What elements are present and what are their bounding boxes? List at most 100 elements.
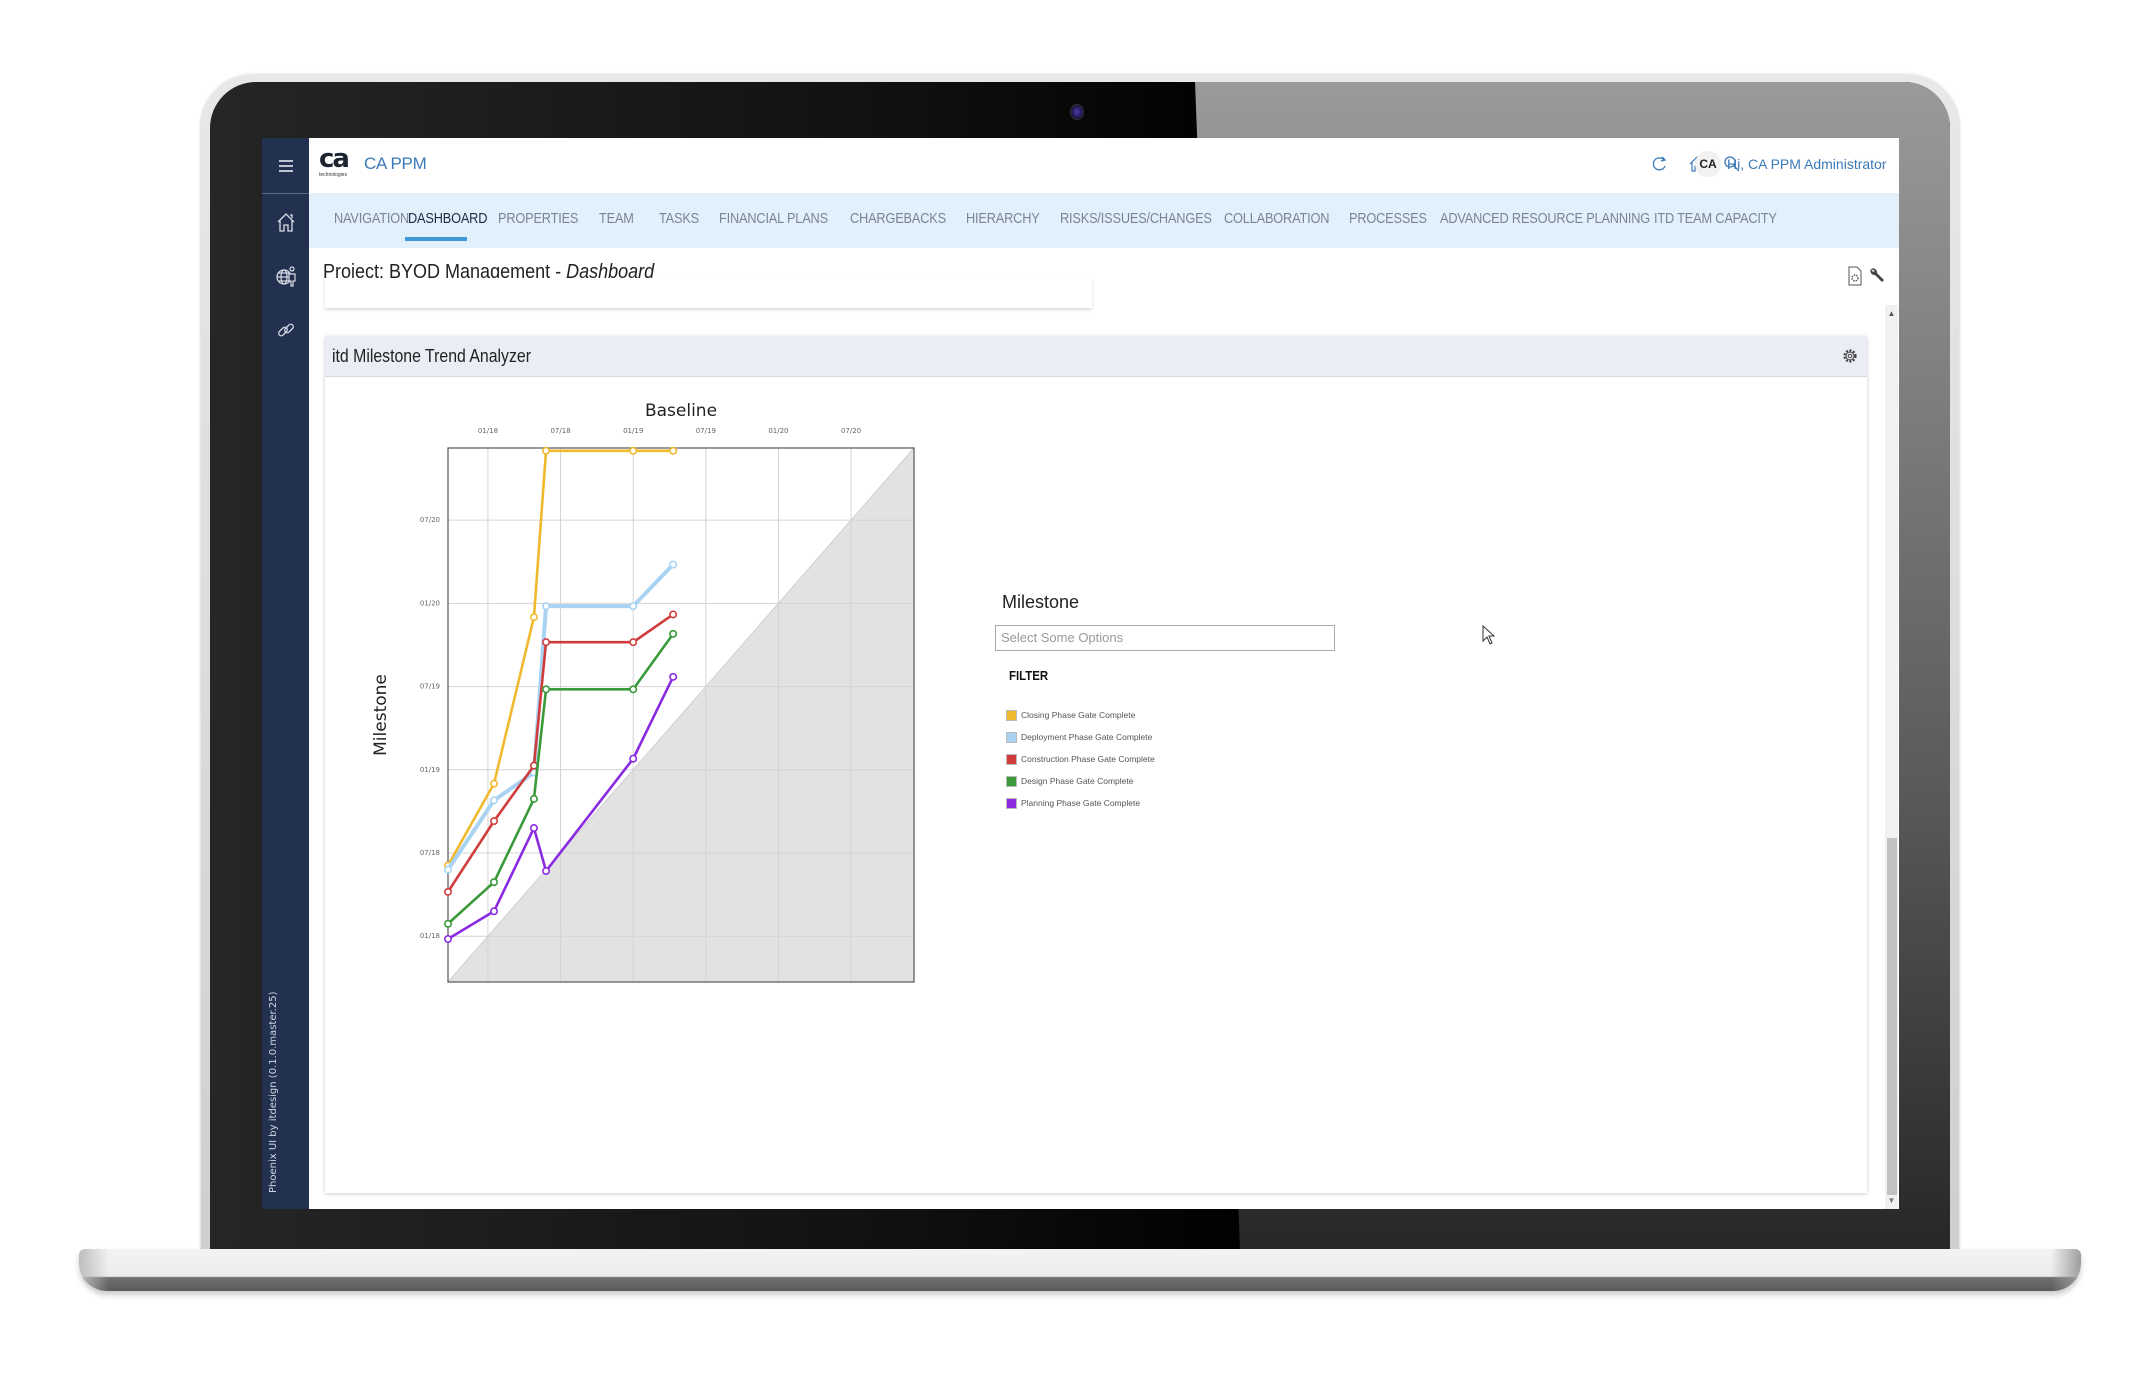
data-point bbox=[629, 754, 638, 763]
y-axis-label: Milestone bbox=[371, 674, 391, 756]
legend-item[interactable]: Design Phase Gate Complete bbox=[1006, 774, 1133, 788]
save-image-button[interactable]: SAVE IMAGE bbox=[900, 1208, 966, 1209]
sidebar-item-home[interactable] bbox=[262, 196, 309, 248]
tab-team[interactable]: TEAM bbox=[599, 211, 634, 227]
y-tick-label: 07/19 bbox=[420, 683, 440, 691]
logo-subtext: technologies bbox=[319, 172, 348, 178]
tab-itd-team-capacity[interactable]: ITD TEAM CAPACITY bbox=[1654, 211, 1777, 227]
legend-swatch bbox=[1006, 731, 1017, 743]
version-text: Phoenix UI by itdesign (0.1.0.master.25) bbox=[268, 991, 279, 1193]
data-point bbox=[542, 446, 551, 455]
portlet-title: itd Milestone Trend Analyzer bbox=[332, 346, 531, 366]
tab-dashboard[interactable]: DASHBOARD bbox=[408, 211, 487, 227]
data-point bbox=[669, 629, 678, 638]
home-icon bbox=[277, 213, 294, 232]
menu-button[interactable] bbox=[262, 140, 309, 192]
data-point bbox=[542, 685, 551, 694]
tab-risks-issues-changes[interactable]: RISKS/ISSUES/CHANGES bbox=[1060, 211, 1212, 227]
data-point bbox=[529, 824, 538, 833]
portlet-header: itd Milestone Trend Analyzer bbox=[325, 336, 1867, 377]
milestone-select[interactable]: Select Some Options bbox=[995, 625, 1335, 651]
tab-processes[interactable]: PROCESSES bbox=[1349, 211, 1427, 227]
refresh-icon[interactable] bbox=[1649, 154, 1669, 174]
sidebar-item-links[interactable] bbox=[262, 304, 309, 356]
gear-icon[interactable] bbox=[1842, 348, 1858, 364]
chart-title: Baseline bbox=[645, 401, 717, 421]
legend-swatch bbox=[1006, 753, 1017, 765]
filter-button[interactable]: FILTER bbox=[1009, 668, 1048, 683]
x-tick-label: 07/18 bbox=[550, 427, 570, 435]
data-point bbox=[444, 919, 453, 928]
x-tick-label: 07/20 bbox=[841, 427, 861, 435]
tab-tasks[interactable]: TASKS bbox=[659, 211, 699, 227]
avatar[interactable]: CA bbox=[1695, 151, 1721, 177]
legend-label: Design Phase Gate Complete bbox=[1021, 776, 1134, 786]
previous-portlet bbox=[325, 278, 1092, 308]
sidebar-divider bbox=[262, 193, 309, 194]
data-point bbox=[669, 446, 678, 455]
scrollbar-thumb[interactable] bbox=[1887, 838, 1897, 1195]
y-tick-label: 07/18 bbox=[420, 849, 440, 857]
legend-swatch bbox=[1006, 797, 1017, 809]
x-tick-label: 01/20 bbox=[768, 427, 788, 435]
user-menu[interactable]: Hi, CA PPM Administrator bbox=[1727, 156, 1887, 172]
page-settings-icon[interactable] bbox=[1847, 266, 1863, 286]
top-bar: ca technologies CA PPM CA Hi, CA PPM Adm… bbox=[309, 138, 1899, 193]
link-icon bbox=[277, 323, 294, 337]
sidebar-item-portfolio[interactable] bbox=[262, 250, 309, 302]
data-point bbox=[489, 907, 498, 916]
data-point bbox=[489, 817, 498, 826]
y-tick-label: 01/20 bbox=[420, 599, 440, 607]
legend-item[interactable]: Deployment Phase Gate Complete bbox=[1006, 730, 1152, 744]
x-tick-label: 07/19 bbox=[696, 427, 716, 435]
app-screen: Phoenix UI by itdesign (0.1.0.master.25)… bbox=[262, 138, 1899, 1209]
legend-item[interactable]: Planning Phase Gate Complete bbox=[1006, 796, 1140, 810]
legend-item[interactable]: Closing Phase Gate Complete bbox=[1006, 708, 1135, 722]
data-point bbox=[669, 560, 678, 569]
data-point bbox=[542, 867, 551, 876]
data-point bbox=[542, 602, 551, 611]
tab-chargebacks[interactable]: CHARGEBACKS bbox=[850, 211, 946, 227]
app-title[interactable]: CA PPM bbox=[364, 154, 427, 174]
camera-icon bbox=[1070, 104, 1084, 120]
scroll-down-arrow-icon[interactable]: ▼ bbox=[1885, 1196, 1898, 1206]
data-point bbox=[629, 446, 638, 455]
mouse-cursor-icon bbox=[1482, 625, 1496, 645]
milestone-panel-title: Milestone bbox=[1002, 592, 1080, 612]
tab-navigation[interactable]: NAVIGATION bbox=[334, 211, 409, 227]
legend-label: Construction Phase Gate Complete bbox=[1021, 754, 1155, 764]
globe-person-icon bbox=[275, 266, 296, 287]
tab-financial-plans[interactable]: FINANCIAL PLANS bbox=[719, 211, 828, 227]
active-tab-indicator bbox=[405, 237, 467, 241]
tab-collaboration[interactable]: COLLABORATION bbox=[1224, 211, 1329, 227]
laptop-base bbox=[79, 1249, 2081, 1291]
y-tick-label: 01/18 bbox=[420, 932, 440, 940]
x-tick-label: 01/19 bbox=[623, 427, 643, 435]
wrench-icon[interactable] bbox=[1868, 266, 1886, 284]
scroll-up-arrow-icon[interactable]: ▲ bbox=[1885, 309, 1898, 319]
legend-swatch bbox=[1006, 709, 1017, 721]
data-point bbox=[489, 878, 498, 887]
legend-label: Closing Phase Gate Complete bbox=[1021, 710, 1136, 720]
laptop-base-edge bbox=[2051, 1249, 2081, 1291]
legend-item[interactable]: Construction Phase Gate Complete bbox=[1006, 752, 1155, 766]
data-point bbox=[629, 685, 638, 694]
data-point bbox=[444, 887, 453, 896]
legend-label: Planning Phase Gate Complete bbox=[1021, 798, 1141, 808]
legend-label: Deployment Phase Gate Complete bbox=[1021, 732, 1153, 742]
menu-icon bbox=[278, 160, 293, 172]
laptop-base-edge bbox=[79, 1249, 109, 1291]
legend-swatch bbox=[1006, 775, 1017, 787]
tab-advanced-resource-planning[interactable]: ADVANCED RESOURCE PLANNING bbox=[1440, 211, 1650, 227]
chevron-down-icon[interactable]: ⌄ bbox=[1879, 157, 1887, 168]
y-tick-label: 07/20 bbox=[420, 516, 440, 524]
tab-hierarchy[interactable]: HIERARCHY bbox=[966, 211, 1040, 227]
x-tick-label: 01/18 bbox=[478, 427, 498, 435]
tab-properties[interactable]: PROPERTIES bbox=[498, 211, 578, 227]
ca-logo[interactable]: ca technologies bbox=[319, 146, 355, 180]
data-point bbox=[529, 794, 538, 803]
data-point bbox=[629, 638, 638, 647]
data-point bbox=[542, 638, 551, 647]
data-point bbox=[629, 602, 638, 611]
data-point bbox=[669, 610, 678, 619]
